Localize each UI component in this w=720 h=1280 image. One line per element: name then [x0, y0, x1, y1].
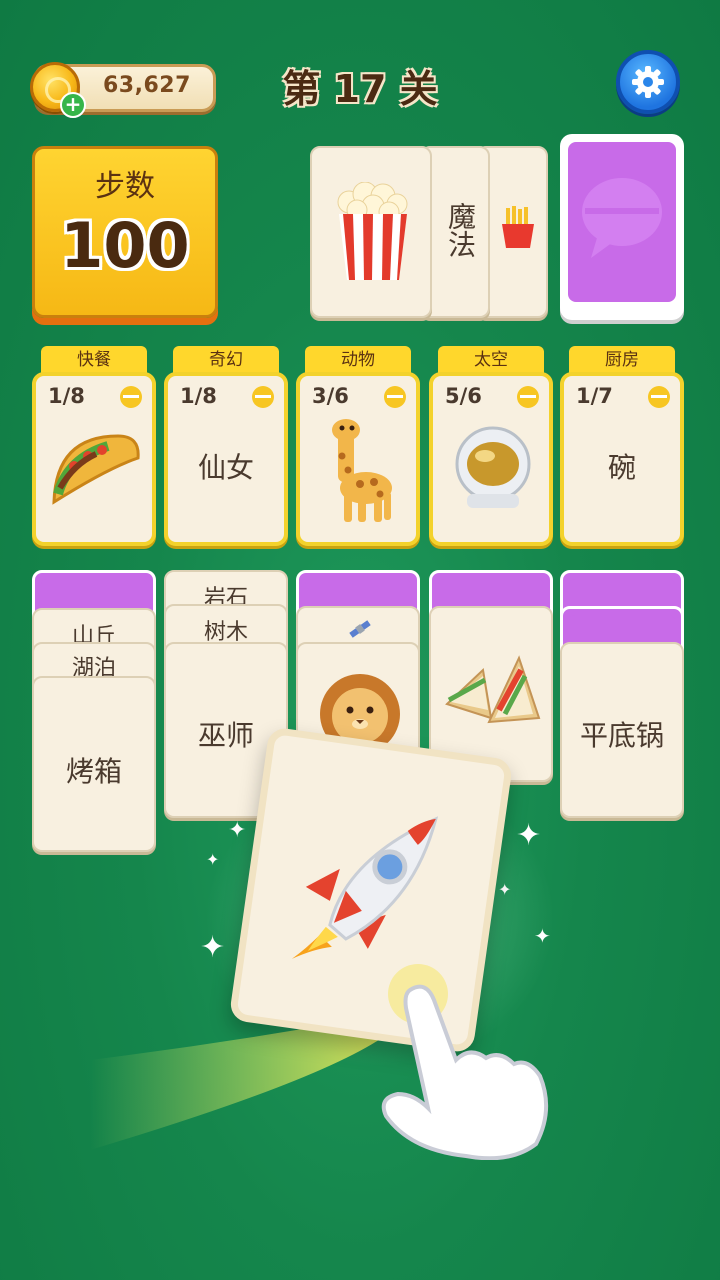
sandwich-icon [445, 655, 541, 724]
card-label: 魔法 [444, 202, 477, 258]
level-title: 第 17 关 [282, 67, 438, 111]
slot-count: 3/6 [312, 384, 349, 408]
card-back [568, 142, 676, 302]
sparkle-icon: ✦ [206, 850, 220, 869]
badge-icon [384, 386, 406, 408]
fries-icon [502, 206, 534, 248]
draw-deck[interactable] [560, 134, 684, 320]
slot-count: 1/8 [48, 384, 85, 408]
category-tab: 动物 [305, 346, 411, 374]
giraffe-icon [332, 419, 392, 522]
taco-icon [52, 434, 140, 505]
slot-card-label: 仙女 [197, 451, 254, 484]
slot-count: 1/8 [180, 384, 217, 408]
popcorn-icon [337, 182, 408, 280]
category-slot-fastfood[interactable]: 1/8 [32, 372, 156, 546]
badge-icon [648, 386, 670, 408]
slot-count: 1/7 [576, 384, 613, 408]
sparkle-icon: ✦ [228, 818, 247, 843]
badge-icon [252, 386, 274, 408]
slot-card-label: 碗 [607, 451, 636, 484]
steps-panel: 步数 100 [32, 146, 218, 318]
badge-icon [517, 386, 539, 408]
rocket-icon [291, 816, 439, 959]
slot-count: 5/6 [445, 384, 482, 408]
category-tab: 奇幻 [173, 346, 279, 374]
category-slot-fantasy[interactable]: 1/8 仙女 [164, 372, 288, 546]
open-card-popcorn[interactable] [310, 146, 432, 318]
category-slot-kitchen[interactable]: 1/7 碗 [560, 372, 684, 546]
category-tab: 太空 [438, 346, 544, 374]
category-tab: 快餐 [41, 346, 147, 374]
pointing-hand-icon [381, 964, 549, 1160]
steps-label: 步数 [95, 169, 155, 204]
sparkle-icon: ✦ [534, 924, 551, 948]
gear-icon [632, 66, 664, 98]
settings-button[interactable] [616, 50, 680, 114]
badge-icon [120, 386, 142, 408]
pile-card-oven[interactable]: 烤箱 [32, 676, 156, 852]
satellite-icon [349, 620, 371, 638]
sparkle-icon: ✦ [200, 930, 226, 965]
chat-bubble-icon [582, 178, 662, 258]
steps-value: 100 [60, 209, 190, 282]
sparkle-icon: ✦ [516, 818, 542, 853]
category-slot-animals[interactable]: 3/6 [296, 372, 420, 546]
category-slot-space[interactable]: 5/6 [429, 372, 553, 546]
astronaut-helmet-icon [455, 426, 531, 508]
category-tab: 厨房 [569, 346, 675, 374]
card-label: 烤箱 [65, 755, 122, 788]
pile-card-pan[interactable]: 平底锅 [560, 642, 684, 818]
card-label: 平底锅 [579, 719, 664, 752]
sparkle-icon: ✦ [498, 880, 512, 899]
